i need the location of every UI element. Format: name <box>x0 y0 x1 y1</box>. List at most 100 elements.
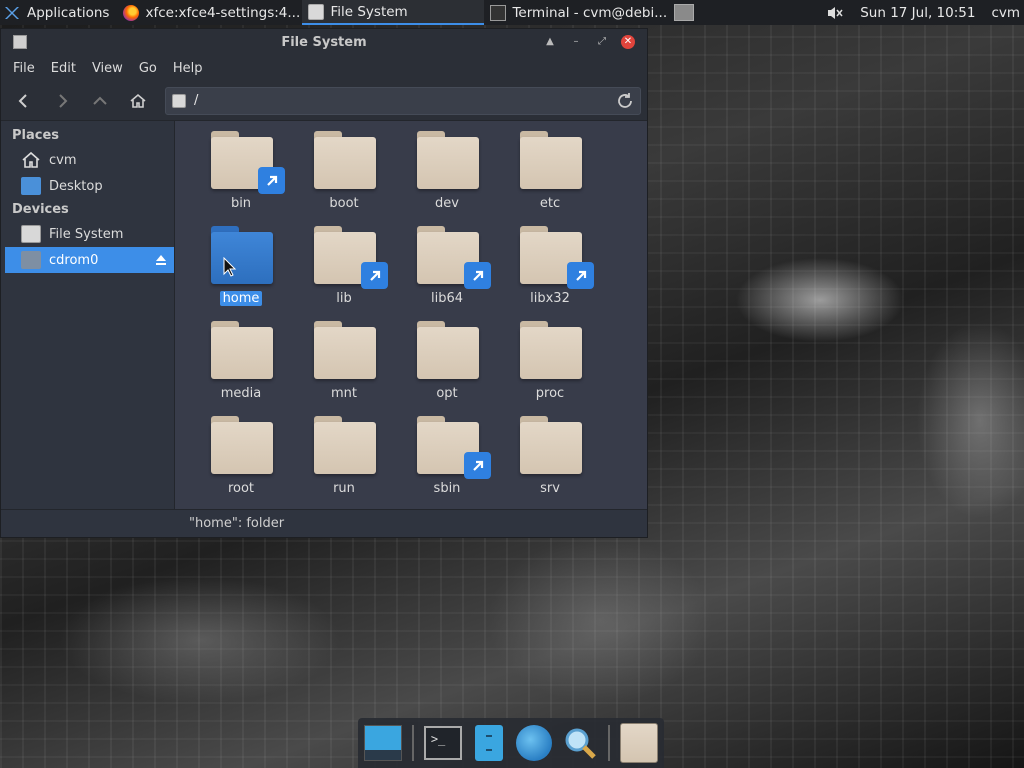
folder-label: bin <box>230 196 252 211</box>
file-manager-window: File System ▲ – ⤢ ✕ File Edit View Go He… <box>0 28 648 538</box>
sidebar-item-label: Desktop <box>49 178 103 194</box>
status-text: "home": folder <box>189 516 285 531</box>
folder-icon <box>518 317 582 380</box>
folder-item-media[interactable]: media <box>193 311 289 401</box>
volume-muted-icon[interactable] <box>826 5 844 21</box>
menubar: File Edit View Go Help <box>1 55 647 81</box>
status-bar: "home": folder <box>1 509 647 537</box>
sidebar-item-label: cdrom0 <box>49 252 99 268</box>
folder-item-lib[interactable]: lib <box>296 216 392 306</box>
mouse-pointer-icon <box>223 256 237 277</box>
dock-terminal[interactable]: >_ <box>423 724 462 762</box>
home-button[interactable] <box>121 86 155 116</box>
menu-file[interactable]: File <box>5 61 43 76</box>
dock-separator <box>412 725 414 761</box>
folder-item-home[interactable]: home <box>193 216 289 306</box>
menu-go[interactable]: Go <box>131 61 165 76</box>
folder-icon <box>415 412 491 479</box>
file-icon-view: bin boot dev etc home lib lib64 libx32 media mnt o… <box>175 121 647 509</box>
folder-item-proc[interactable]: proc <box>502 311 598 401</box>
sidebar: Places cvm Desktop Devices File System c… <box>1 121 175 509</box>
sidebar-item-file-system[interactable]: File System <box>1 221 174 247</box>
folder-item-opt[interactable]: opt <box>399 311 495 401</box>
desktop-folder-icon <box>21 177 41 195</box>
optical-drive-icon <box>21 251 41 269</box>
folder-icon <box>312 412 376 475</box>
folder-item-mnt[interactable]: mnt <box>296 311 392 401</box>
folder-icon <box>518 127 582 190</box>
folder-item-partial[interactable] <box>399 501 495 509</box>
folder-label: proc <box>535 386 565 401</box>
clock[interactable]: Sun 17 Jul, 10:51 <box>860 5 975 21</box>
folder-icon <box>209 127 285 194</box>
folder-label: lib <box>336 291 352 306</box>
up-button[interactable] <box>83 86 117 116</box>
dock-folder[interactable] <box>620 723 658 763</box>
sidebar-item-desktop[interactable]: Desktop <box>1 173 174 199</box>
folder-item-sbin[interactable]: sbin <box>399 406 495 496</box>
symlink-arrow-icon <box>464 452 491 479</box>
folder-item-srv[interactable]: srv <box>502 406 598 496</box>
file-manager-icon <box>475 725 503 761</box>
forward-button[interactable] <box>45 86 79 116</box>
devices-heading: Devices <box>12 202 69 217</box>
folder-label: libx32 <box>530 291 570 306</box>
content-area: Places cvm Desktop Devices File System c… <box>1 121 647 509</box>
globe-icon <box>516 725 553 761</box>
dock-web-browser[interactable] <box>516 724 553 762</box>
folder-item-run[interactable]: run <box>296 406 392 496</box>
folder-icon <box>312 127 376 190</box>
minimize-icon[interactable]: – <box>569 35 583 49</box>
user-menu[interactable]: cvm <box>991 5 1020 21</box>
folder-item-lib64[interactable]: lib64 <box>399 216 495 306</box>
location-bar[interactable] <box>165 86 641 115</box>
sidebar-item-cdrom0[interactable]: cdrom0 <box>5 247 174 273</box>
drive-icon <box>21 225 41 243</box>
folder-label: sbin <box>433 481 461 496</box>
folder-icon <box>415 127 479 190</box>
dock-separator <box>608 725 610 761</box>
folder-item-dev[interactable]: dev <box>399 121 495 211</box>
dock-app-finder[interactable] <box>562 724 598 762</box>
folder-item-partial[interactable] <box>502 501 598 509</box>
reload-icon[interactable] <box>616 92 634 110</box>
show-desktop-button[interactable] <box>674 4 695 21</box>
folder-item-boot[interactable]: boot <box>296 121 392 211</box>
back-arrow-icon <box>18 93 27 108</box>
applications-menu[interactable]: Applications <box>0 0 117 25</box>
menu-help[interactable]: Help <box>165 61 211 76</box>
applications-label: Applications <box>27 4 110 21</box>
dock: >_ <box>358 718 664 768</box>
dock-show-desktop[interactable] <box>364 724 402 762</box>
folder-item-bin[interactable]: bin <box>193 121 289 211</box>
folder-icon <box>209 222 273 285</box>
back-button[interactable] <box>7 86 41 116</box>
close-icon[interactable]: ✕ <box>621 35 635 49</box>
taskbar-item-label: xfce:xfce4-settings:4... <box>145 4 301 21</box>
show-desktop-icon <box>364 725 402 761</box>
taskbar-item-terminal[interactable]: Terminal - cvm@debi... <box>484 0 666 25</box>
folder-item-partial[interactable] <box>296 501 392 509</box>
toolbar <box>1 81 647 121</box>
taskbar-item-file-system[interactable]: File System <box>302 0 485 25</box>
window-titlebar[interactable]: File System ▲ – ⤢ ✕ <box>1 29 647 55</box>
location-input[interactable] <box>194 93 608 108</box>
sidebar-item-cvm[interactable]: cvm <box>1 147 174 173</box>
dock-file-manager[interactable] <box>472 724 506 762</box>
folder-item-root[interactable]: root <box>193 406 289 496</box>
folder-label: run <box>333 481 355 496</box>
folder-label: opt <box>436 386 458 401</box>
eject-icon[interactable] <box>154 253 168 267</box>
shade-icon[interactable]: ▲ <box>543 35 557 49</box>
folder-label: boot <box>329 196 359 211</box>
maximize-icon[interactable]: ⤢ <box>595 35 609 49</box>
sidebar-item-label: cvm <box>49 152 77 168</box>
menu-edit[interactable]: Edit <box>43 61 84 76</box>
folder-item-libx32[interactable]: libx32 <box>502 216 598 306</box>
taskbar-item-settings[interactable]: xfce:xfce4-settings:4... <box>117 0 302 25</box>
menu-view[interactable]: View <box>84 61 131 76</box>
folder-item-partial[interactable] <box>193 501 289 509</box>
folder-label: dev <box>435 196 459 211</box>
home-icon <box>21 151 41 169</box>
folder-item-etc[interactable]: etc <box>502 121 598 211</box>
